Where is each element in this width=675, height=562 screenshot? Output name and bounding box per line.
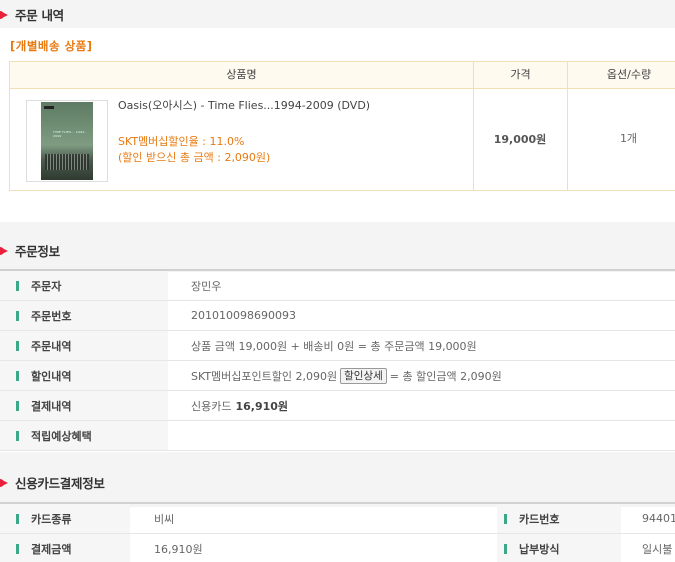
installment-label: 납부방식 xyxy=(519,542,560,556)
label-bar-icon xyxy=(16,340,19,351)
column-product-name: 상품명 xyxy=(226,68,257,81)
card-info-header: 신용카드결제정보 xyxy=(0,473,105,492)
order-info-band xyxy=(0,222,675,272)
label-bar-icon xyxy=(16,430,19,441)
info-row-reward: 적립예상혜택 xyxy=(0,421,675,451)
order-number-value: 201010098690093 xyxy=(191,309,296,322)
album-cover-image: TIME FLIES... 1994-2009 xyxy=(41,102,93,180)
orderer-label: 주문자 xyxy=(31,279,62,293)
card-info-table: 카드종류 비씨 카드번호 944011 결제금액 16,910원 납부방식 일시… xyxy=(0,502,675,562)
discount-detail-button[interactable]: 할인상세 xyxy=(340,367,387,384)
discount-value: SKT멤버십포인트할인 2,090원 할인상세 = 총 할인금액 2,090원 xyxy=(191,361,502,390)
section-bullet-icon xyxy=(0,9,12,21)
order-number-label: 주문번호 xyxy=(31,309,72,323)
payment-label: 결제내역 xyxy=(31,399,72,413)
label-bar-icon xyxy=(16,543,19,554)
label-bar-icon xyxy=(16,310,19,321)
info-label: 할인내역 xyxy=(0,361,168,390)
info-row-discount: 할인내역 SKT멤버십포인트할인 2,090원 할인상세 = 총 할인금액 2,… xyxy=(0,361,675,391)
order-details-label: 주문내역 xyxy=(31,339,72,353)
column-price: 가격 xyxy=(473,62,567,89)
product-price: 19,000원 xyxy=(493,133,547,146)
card-type-label: 카드종류 xyxy=(31,512,72,526)
info-label: 결제내역 xyxy=(0,391,168,420)
discount-total: (할인 받으신 총 금액 : 2,090원) xyxy=(118,151,271,164)
card-row-amount-method: 결제금액 16,910원 납부방식 일시불 xyxy=(0,534,675,562)
info-label: 적립예상혜택 xyxy=(0,421,168,450)
payment-amount: 16,910원 xyxy=(235,399,289,413)
info-label: 주문자 xyxy=(0,271,168,300)
section-bullet-icon xyxy=(0,477,12,489)
info-label: 카드종류 xyxy=(0,504,130,533)
column-option-quantity: 옵션/수량 xyxy=(567,62,675,89)
info-row-orderer: 주문자 장민우 xyxy=(0,271,675,301)
order-section-band xyxy=(0,0,675,28)
info-label: 주문내역 xyxy=(0,331,168,360)
order-info-header: 주문정보 xyxy=(0,241,60,260)
product-quantity: 1개 xyxy=(619,132,638,145)
payment-method: 신용카드 xyxy=(191,399,232,413)
label-bar-icon xyxy=(16,370,19,381)
info-label: 결제금액 xyxy=(0,534,130,562)
order-details-value: 상품 금액 19,000원 + 배송비 0원 = 총 주문금액 19,000원 xyxy=(191,339,477,353)
card-type-value: 비씨 xyxy=(154,512,175,526)
product-name-link[interactable]: Oasis(오아시스) - Time Flies...1994-2009 (DV… xyxy=(118,98,378,113)
info-row-order-number: 주문번호 201010098690093 xyxy=(0,301,675,331)
order-section-header: 주문 내역 xyxy=(0,5,64,24)
payment-value: 신용카드 16,910원 xyxy=(191,391,288,420)
discount-amount-text: SKT멤버십포인트할인 2,090원 xyxy=(191,369,338,383)
payment-amount-value: 16,910원 xyxy=(154,542,203,556)
orderer-value: 장민우 xyxy=(191,279,222,293)
cover-title: TIME FLIES... 1994-2009 xyxy=(53,130,86,138)
card-number-label: 카드번호 xyxy=(519,512,560,526)
card-info-title: 신용카드결제정보 xyxy=(15,476,105,491)
order-section-title: 주문 내역 xyxy=(15,8,64,23)
product-table-header: 상품명 가격 옵션/수량 xyxy=(10,62,675,89)
label-bar-icon xyxy=(16,400,19,411)
order-info-title: 주문정보 xyxy=(15,244,60,259)
shipping-group-title: [개별배송 상품] xyxy=(10,39,93,53)
info-label: 주문번호 xyxy=(0,301,168,330)
payment-amount-label: 결제금액 xyxy=(31,542,72,556)
info-row-payment: 결제내역 신용카드 16,910원 xyxy=(0,391,675,421)
card-row-type-number: 카드종류 비씨 카드번호 944011 xyxy=(0,504,675,534)
info-label: 카드번호 xyxy=(497,504,621,533)
label-bar-icon xyxy=(504,543,507,554)
order-info-table: 주문자 장민우 주문번호 201010098690093 주문내역 상품 금액 … xyxy=(0,269,675,451)
discount-rate: SKT멤버십할인율 : 11.0% xyxy=(118,135,245,148)
product-discount-info: SKT멤버십할인율 : 11.0% (할인 받으신 총 금액 : 2,090원) xyxy=(118,134,270,166)
reward-label: 적립예상혜택 xyxy=(31,429,92,443)
product-table: 상품명 가격 옵션/수량 TIME FLIES... 1994-2009 Oas… xyxy=(9,61,675,191)
installment-value: 일시불 xyxy=(642,542,673,556)
label-bar-icon xyxy=(16,280,19,291)
card-number-value: 944011 xyxy=(642,512,675,525)
info-label: 납부방식 xyxy=(497,534,621,562)
label-bar-icon xyxy=(16,513,19,524)
info-row-order-details: 주문내역 상품 금액 19,000원 + 배송비 0원 = 총 주문금액 19,… xyxy=(0,331,675,361)
discount-total-text: = 총 할인금액 2,090원 xyxy=(389,369,502,383)
label-bar-icon xyxy=(504,513,507,524)
product-thumbnail[interactable]: TIME FLIES... 1994-2009 xyxy=(26,100,108,182)
section-bullet-icon xyxy=(0,245,12,257)
discount-label: 할인내역 xyxy=(31,369,72,383)
